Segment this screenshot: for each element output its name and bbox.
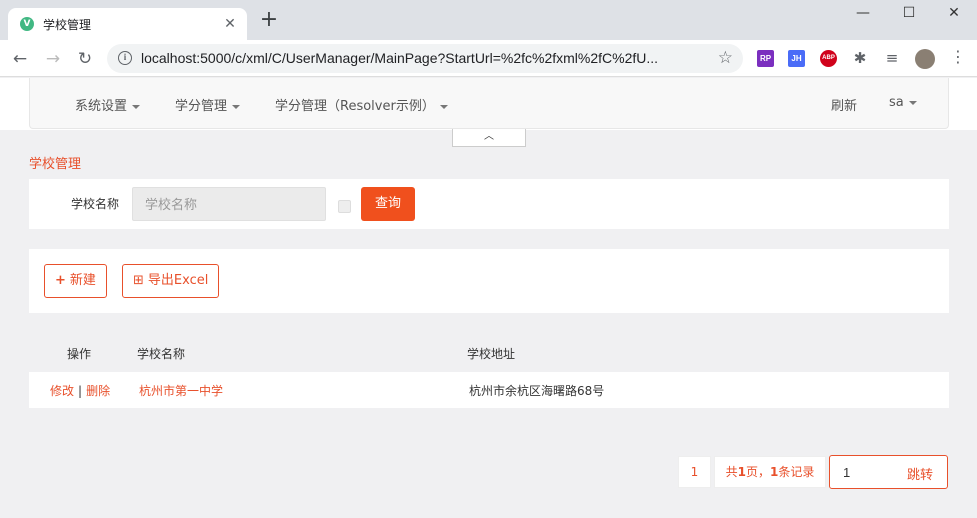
- chevron-up-icon: ︿: [484, 131, 494, 142]
- tab-title: 学校管理: [43, 18, 92, 32]
- rp-extension-icon[interactable]: RP: [757, 50, 774, 67]
- jump-button[interactable]: 跳转: [907, 464, 933, 483]
- extensions-puzzle-icon[interactable]: ✱: [850, 48, 870, 68]
- action-panel: + 新建 ⊞ 导出Excel: [29, 249, 949, 313]
- caret-down-icon: [232, 104, 241, 109]
- minimize-icon[interactable]: —: [840, 0, 886, 30]
- jh-extension-icon[interactable]: JH: [788, 50, 805, 67]
- vue-favicon-icon: V: [20, 17, 34, 31]
- browser-tab-bar: V 学校管理 ✕ + — ☐ ✕: [0, 0, 977, 40]
- caret-down-icon: [908, 100, 917, 105]
- address-bar[interactable]: i localhost:5000/c/xml/C/UserManager/Mai…: [107, 44, 743, 73]
- column-header-actions: 操作: [67, 347, 92, 361]
- page-title: 学校管理: [29, 157, 82, 172]
- browser-toolbar: ← → ↻ i localhost:5000/c/xml/C/UserManag…: [0, 40, 977, 77]
- delete-link[interactable]: 删除: [86, 384, 110, 398]
- user-name: sa: [889, 95, 904, 110]
- reload-icon[interactable]: ↻: [72, 46, 98, 72]
- query-button[interactable]: 查询: [361, 187, 415, 221]
- new-button[interactable]: + 新建: [44, 264, 107, 298]
- caret-down-icon: [132, 104, 141, 109]
- adblock-icon[interactable]: ABP: [820, 50, 837, 67]
- page-jump-input[interactable]: [831, 457, 891, 487]
- nav-label: 系统设置: [75, 99, 128, 114]
- refresh-link[interactable]: 刷新: [831, 95, 857, 114]
- column-header-school-name: 学校名称: [137, 347, 186, 361]
- caret-down-icon: [439, 104, 448, 109]
- nav-label: 学分管理（Resolver示例）: [275, 99, 435, 114]
- app-content: 系统设置 学分管理 学分管理（Resolver示例） 刷新 sa ︿ 学校管理 …: [0, 78, 977, 518]
- new-button-label: 新建: [69, 273, 96, 288]
- profile-avatar[interactable]: [915, 49, 935, 69]
- info-mid: 页，: [745, 465, 770, 479]
- collapse-navbar-button[interactable]: ︿: [452, 129, 526, 147]
- tab-close-icon[interactable]: ✕: [221, 15, 239, 33]
- plus-icon: +: [55, 273, 66, 288]
- school-name-label: 学校名称: [71, 197, 120, 211]
- media-playlist-icon[interactable]: ≡: [882, 48, 902, 68]
- browser-menu-icon[interactable]: ⋮: [950, 47, 966, 66]
- bookmark-star-icon[interactable]: ☆: [718, 48, 733, 68]
- browser-tab[interactable]: V 学校管理 ✕: [8, 8, 247, 40]
- nav-system-settings[interactable]: 系统设置: [75, 95, 141, 114]
- nav-credit-management-resolver[interactable]: 学分管理（Resolver示例）: [275, 95, 448, 114]
- school-address: 杭州市余杭区海曙路68号: [469, 384, 605, 398]
- page-number-button[interactable]: 1: [678, 456, 711, 488]
- total-pages: 1: [737, 465, 746, 479]
- edit-link[interactable]: 修改: [50, 384, 74, 398]
- separator: |: [78, 384, 83, 398]
- search-panel: 学校名称 查询: [29, 179, 949, 229]
- site-info-icon[interactable]: i: [118, 51, 132, 65]
- window-close-icon[interactable]: ✕: [931, 0, 977, 30]
- maximize-icon[interactable]: ☐: [886, 0, 932, 30]
- nav-credit-management[interactable]: 学分管理: [175, 95, 241, 114]
- export-button-label: 导出Excel: [147, 273, 209, 288]
- export-excel-button[interactable]: ⊞ 导出Excel: [122, 264, 220, 298]
- table-header: 操作 学校名称 学校地址: [29, 333, 949, 371]
- info-prefix: 共: [725, 465, 738, 479]
- school-name-input[interactable]: [132, 187, 326, 221]
- nav-label: 学分管理: [175, 99, 228, 114]
- new-tab-icon[interactable]: +: [258, 9, 280, 32]
- school-name-link[interactable]: 杭州市第一中学: [139, 382, 223, 399]
- url-text[interactable]: localhost:5000/c/xml/C/UserManager/MainP…: [141, 50, 658, 66]
- row-actions: 修改 | 删除: [50, 382, 110, 399]
- pagination-info: 共1页，1条记录: [714, 456, 826, 488]
- info-suffix: 条记录: [778, 465, 815, 479]
- search-checkbox[interactable]: [338, 200, 351, 213]
- table-row: 修改 | 删除 杭州市第一中学 杭州市余杭区海曙路68号: [29, 372, 949, 408]
- user-menu[interactable]: sa: [889, 95, 917, 110]
- forward-arrow-icon[interactable]: →: [40, 46, 66, 72]
- back-arrow-icon[interactable]: ←: [7, 46, 33, 72]
- table-icon: ⊞: [133, 273, 144, 288]
- column-header-school-address: 学校地址: [467, 347, 516, 361]
- page-jump-group: 跳转: [829, 455, 948, 489]
- top-navbar: 系统设置 学分管理 学分管理（Resolver示例） 刷新 sa: [29, 78, 949, 129]
